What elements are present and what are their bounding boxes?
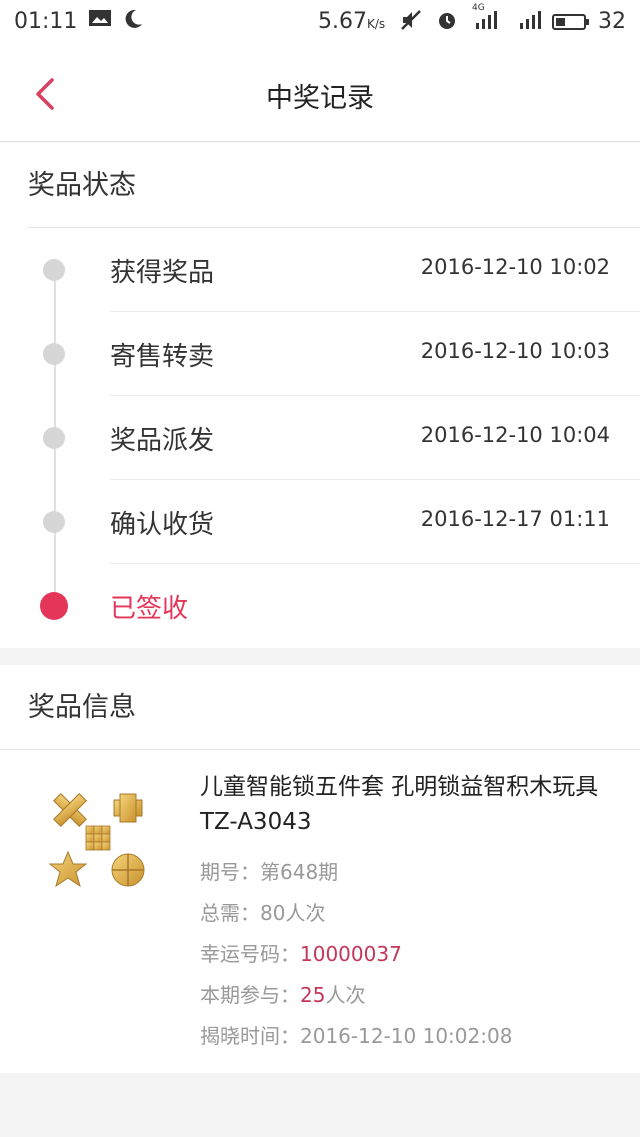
step-label: 已签收 <box>110 594 189 624</box>
join-row: 本期参与：25人次 <box>200 979 365 1008</box>
timeline-dot-active <box>40 592 68 620</box>
timeline-step: 确认收货 2016-12-17 01:11 <box>43 480 640 564</box>
timeline-dot <box>43 343 65 365</box>
prize-image[interactable] <box>46 786 154 894</box>
reveal-time: 2016-12-10 10:02:08 <box>300 1024 513 1048</box>
timeline-dot <box>43 511 65 533</box>
status-time: 01:11 <box>14 9 78 34</box>
page-title: 中奖记录 <box>266 83 374 114</box>
step-label: 确认收货 <box>110 510 215 540</box>
prize-status-heading: 奖品状态 <box>28 143 640 228</box>
status-bar: 01:11 5.67K/s 4G 32 <box>0 0 640 46</box>
signal-4g-icon: 4G <box>472 3 502 36</box>
mute-icon <box>400 9 422 36</box>
join-unit: 人次 <box>325 983 366 1007</box>
reveal-label: 揭晓时间： <box>200 1024 300 1048</box>
prize-title: 儿童智能锁五件套 孔明锁益智积木玩具 TZ-A3043 <box>200 774 599 835</box>
timeline-step: 奖品派发 2016-12-10 10:04 <box>43 396 640 480</box>
period-value: 第648期 <box>260 860 339 884</box>
signal-icon <box>516 9 546 36</box>
prize-status-section: 奖品状态 获得奖品 2016-12-10 10:02 寄售转卖 2016-12-… <box>0 143 640 648</box>
join-count: 25 <box>300 983 326 1007</box>
step-time: 2016-12-10 10:02 <box>420 255 610 279</box>
total-value: 80人次 <box>260 901 326 925</box>
prize-info-heading: 奖品信息 <box>0 665 640 750</box>
alarm-icon <box>436 9 458 36</box>
status-timeline: 获得奖品 2016-12-10 10:02 寄售转卖 2016-12-10 10… <box>0 228 640 648</box>
total-row: 总需：80人次 <box>200 897 325 926</box>
timeline-dot <box>43 259 65 281</box>
network-speed-unit: K/s <box>366 17 386 31</box>
image-icon <box>88 8 112 36</box>
network-speed: 5.67 <box>318 9 367 34</box>
prize-card[interactable]: 儿童智能锁五件套 孔明锁益智积木玩具 TZ-A3043 期号：第648期 总需：… <box>0 750 640 1072</box>
step-label: 奖品派发 <box>110 426 215 456</box>
timeline-step-current: 已签收 <box>40 564 640 648</box>
battery-icon <box>552 14 589 30</box>
period-row: 期号：第648期 <box>200 856 338 885</box>
network-type: 4G <box>472 3 485 13</box>
prize-info-section: 奖品信息 儿童智能锁五件套 孔明锁益智积木玩具 TZ-A3043 期号：第648… <box>0 665 640 1073</box>
reveal-time-row: 揭晓时间：2016-12-10 10:02:08 <box>200 1020 512 1049</box>
step-label: 获得奖品 <box>110 258 215 288</box>
step-time: 2016-12-17 01:11 <box>420 507 610 531</box>
period-label: 期号： <box>200 860 260 884</box>
battery-level: 32 <box>598 9 626 34</box>
moon-icon <box>122 8 144 36</box>
nav-bar: 中奖记录 <box>0 46 640 142</box>
join-label: 本期参与： <box>200 983 300 1007</box>
lucky-number-row: 幸运号码：10000037 <box>200 938 402 967</box>
step-time: 2016-12-10 10:03 <box>420 339 610 363</box>
timeline-step: 寄售转卖 2016-12-10 10:03 <box>43 312 640 396</box>
puzzle-lock-icon <box>48 793 145 888</box>
step-time: 2016-12-10 10:04 <box>420 423 610 447</box>
lucky-label: 幸运号码： <box>200 942 300 966</box>
step-label: 寄售转卖 <box>110 342 215 372</box>
timeline-step: 获得奖品 2016-12-10 10:02 <box>43 228 640 312</box>
timeline-dot <box>43 427 65 449</box>
lucky-number: 10000037 <box>300 942 402 966</box>
total-label: 总需： <box>200 901 260 925</box>
